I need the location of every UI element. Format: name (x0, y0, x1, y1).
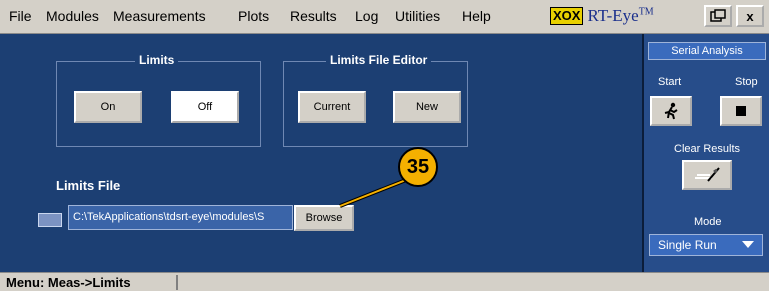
mode-select-value: Single Run (658, 238, 717, 252)
menu-file[interactable]: File (9, 8, 32, 24)
stop-label: Stop (735, 76, 758, 88)
editor-current-button[interactable]: Current (298, 91, 366, 123)
limits-file-editor-title: Limits File Editor (326, 53, 432, 67)
menu-bar: File Modules Measurements Plots Results … (0, 0, 769, 34)
start-button[interactable] (650, 96, 692, 126)
start-label: Start (658, 76, 682, 88)
close-window-button[interactable]: x (736, 5, 764, 27)
limits-off-button[interactable]: Off (171, 91, 239, 123)
menu-measurements[interactable]: Measurements (113, 8, 206, 24)
limits-file-editor-group: Limits File Editor Current New (283, 53, 468, 147)
mode-label: Mode (694, 216, 722, 228)
browse-button[interactable]: Browse (294, 205, 354, 231)
eraser-icon (695, 167, 720, 182)
menu-results[interactable]: Results (290, 8, 337, 24)
menu-utilities[interactable]: Utilities (395, 8, 440, 24)
restore-window-button[interactable] (704, 5, 732, 27)
stop-button[interactable] (720, 96, 762, 126)
running-person-icon (664, 102, 678, 120)
status-menu-path: Menu: Meas->Limits (6, 275, 131, 290)
chevron-down-icon (742, 241, 754, 248)
keyboard-icon[interactable] (38, 213, 62, 227)
limits-file-label: Limits File (56, 178, 121, 193)
editor-new-button[interactable]: New (393, 91, 461, 123)
rt-eye-logo: XOX RT-EyeTM (550, 4, 654, 28)
xox-logo-box: XOX (550, 7, 584, 25)
status-divider (176, 275, 178, 290)
clear-results-button[interactable] (682, 160, 732, 190)
limits-on-button[interactable]: On (74, 91, 142, 123)
restore-icon (710, 9, 726, 22)
menu-plots[interactable]: Plots (238, 8, 269, 24)
limits-file-path-input[interactable]: C:\TekApplications\tdsrt-eye\modules\S (68, 205, 293, 230)
serial-analysis-header: Serial Analysis (648, 42, 766, 60)
menu-log[interactable]: Log (355, 8, 378, 24)
close-icon: x (746, 8, 754, 24)
rt-eye-logo-text: RT-EyeTM (587, 6, 653, 26)
limits-main-panel: Limits On Off Limits File Editor Current… (0, 34, 642, 272)
limits-group: Limits On Off (56, 53, 261, 147)
clear-results-label: Clear Results (674, 143, 741, 155)
trademark-mark: TM (638, 6, 654, 18)
status-bar: Menu: Meas->Limits (0, 272, 769, 291)
rt-eye-name: RT-Eye (587, 6, 639, 25)
menu-modules[interactable]: Modules (46, 8, 99, 24)
limits-group-title: Limits (135, 53, 179, 67)
menu-help[interactable]: Help (462, 8, 491, 24)
serial-analysis-panel: Serial Analysis Start Stop Clear Results… (642, 34, 769, 272)
mode-select[interactable]: Single Run (649, 234, 763, 256)
callout-badge: 35 (398, 147, 438, 187)
stop-square-icon (736, 106, 746, 116)
